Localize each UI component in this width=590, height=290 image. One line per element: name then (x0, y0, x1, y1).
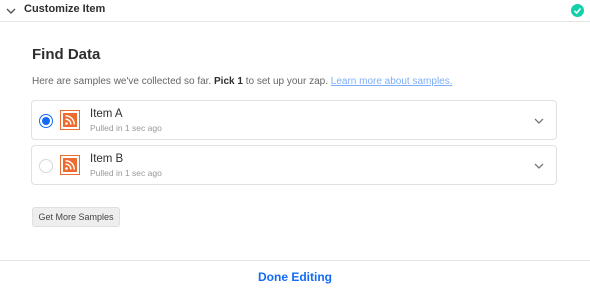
sample-name: Item A (90, 108, 123, 120)
sample-subtitle: Pulled in 1 sec ago (90, 168, 162, 178)
check-circle-icon (571, 4, 584, 17)
description-text-end: to set up your zap. (245, 76, 328, 87)
step-title: Customize Item (24, 3, 106, 15)
footer-divider (0, 260, 590, 261)
chevron-down-icon[interactable] (532, 114, 546, 128)
sample-name: Item B (90, 153, 124, 165)
step-header[interactable]: Customize Item (0, 0, 590, 22)
sample-radio[interactable] (39, 159, 53, 173)
sample-subtitle: Pulled in 1 sec ago (90, 123, 162, 133)
chevron-down-icon[interactable] (532, 159, 546, 173)
chevron-down-icon[interactable] (4, 4, 18, 18)
rss-icon (60, 110, 80, 130)
section-title: Find Data (32, 46, 101, 63)
rss-icon (60, 155, 80, 175)
learn-more-link[interactable]: Learn more about samples. (331, 76, 453, 87)
done-editing-button[interactable]: Done Editing (0, 270, 590, 284)
sample-radio-selected[interactable] (39, 114, 53, 128)
description-text: Here are samples we've collected so far. (32, 76, 212, 87)
pick-count-text: Pick 1 (214, 76, 243, 87)
sample-item-b[interactable]: Item B Pulled in 1 sec ago (31, 145, 557, 185)
get-more-samples-button[interactable]: Get More Samples (32, 207, 120, 227)
sample-item-a[interactable]: Item A Pulled in 1 sec ago (31, 100, 557, 140)
section-description: Here are samples we've collected so far.… (32, 76, 453, 87)
